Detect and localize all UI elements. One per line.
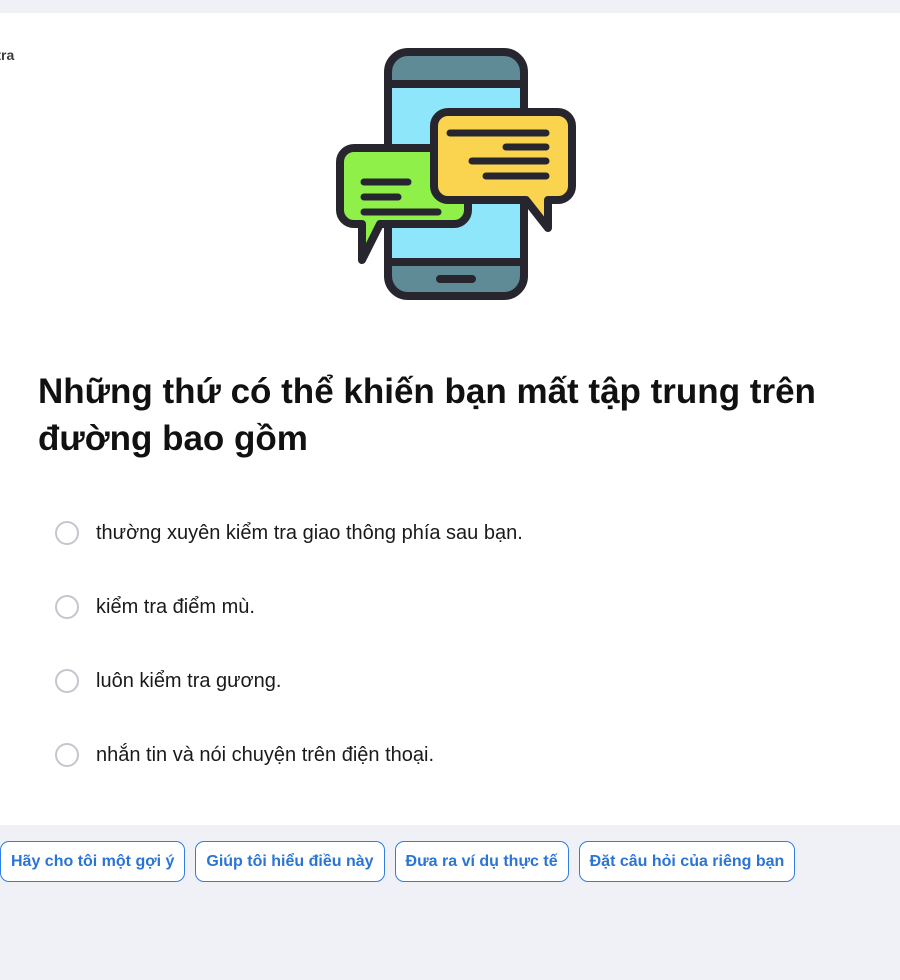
answer-option[interactable]: luôn kiểm tra gương. [55, 664, 523, 698]
explain-button[interactable]: Giúp tôi hiểu điều này [195, 841, 385, 882]
question-text: Những thứ có thể khiến bạn mất tập trung… [38, 372, 816, 458]
hint-button[interactable]: Hãy cho tôi một gợi ý [0, 841, 186, 882]
real-example-button[interactable]: Đưa ra ví dụ thực tế [394, 841, 569, 882]
answer-option-label: kiểm tra điểm mù. [96, 595, 255, 618]
answer-option-label: nhắn tin và nói chuyện trên điện thoại. [96, 743, 435, 766]
radio-button[interactable] [55, 521, 79, 545]
answer-option[interactable]: thường xuyên kiểm tra giao thông phía sa… [55, 516, 523, 550]
card-label: m tra [0, 47, 15, 63]
answer-option[interactable]: kiểm tra điểm mù. [55, 590, 523, 624]
phone-chat-icon [336, 46, 576, 302]
help-actions: Hãy cho tôi một gợi ý Giúp tôi hiểu điều… [0, 841, 805, 882]
radio-button[interactable] [55, 595, 79, 619]
answer-option[interactable]: nhắn tin và nói chuyện trên điện thoại. [55, 738, 523, 772]
ask-own-question-button[interactable]: Đặt câu hỏi của riêng bạn [578, 841, 796, 882]
radio-button[interactable] [55, 669, 79, 693]
answer-options: thường xuyên kiểm tra giao thông phía sa… [55, 516, 523, 812]
answer-option-label: thường xuyên kiểm tra giao thông phía sa… [96, 521, 523, 544]
radio-button[interactable] [55, 743, 79, 767]
answer-option-label: luôn kiểm tra gương. [96, 669, 282, 692]
